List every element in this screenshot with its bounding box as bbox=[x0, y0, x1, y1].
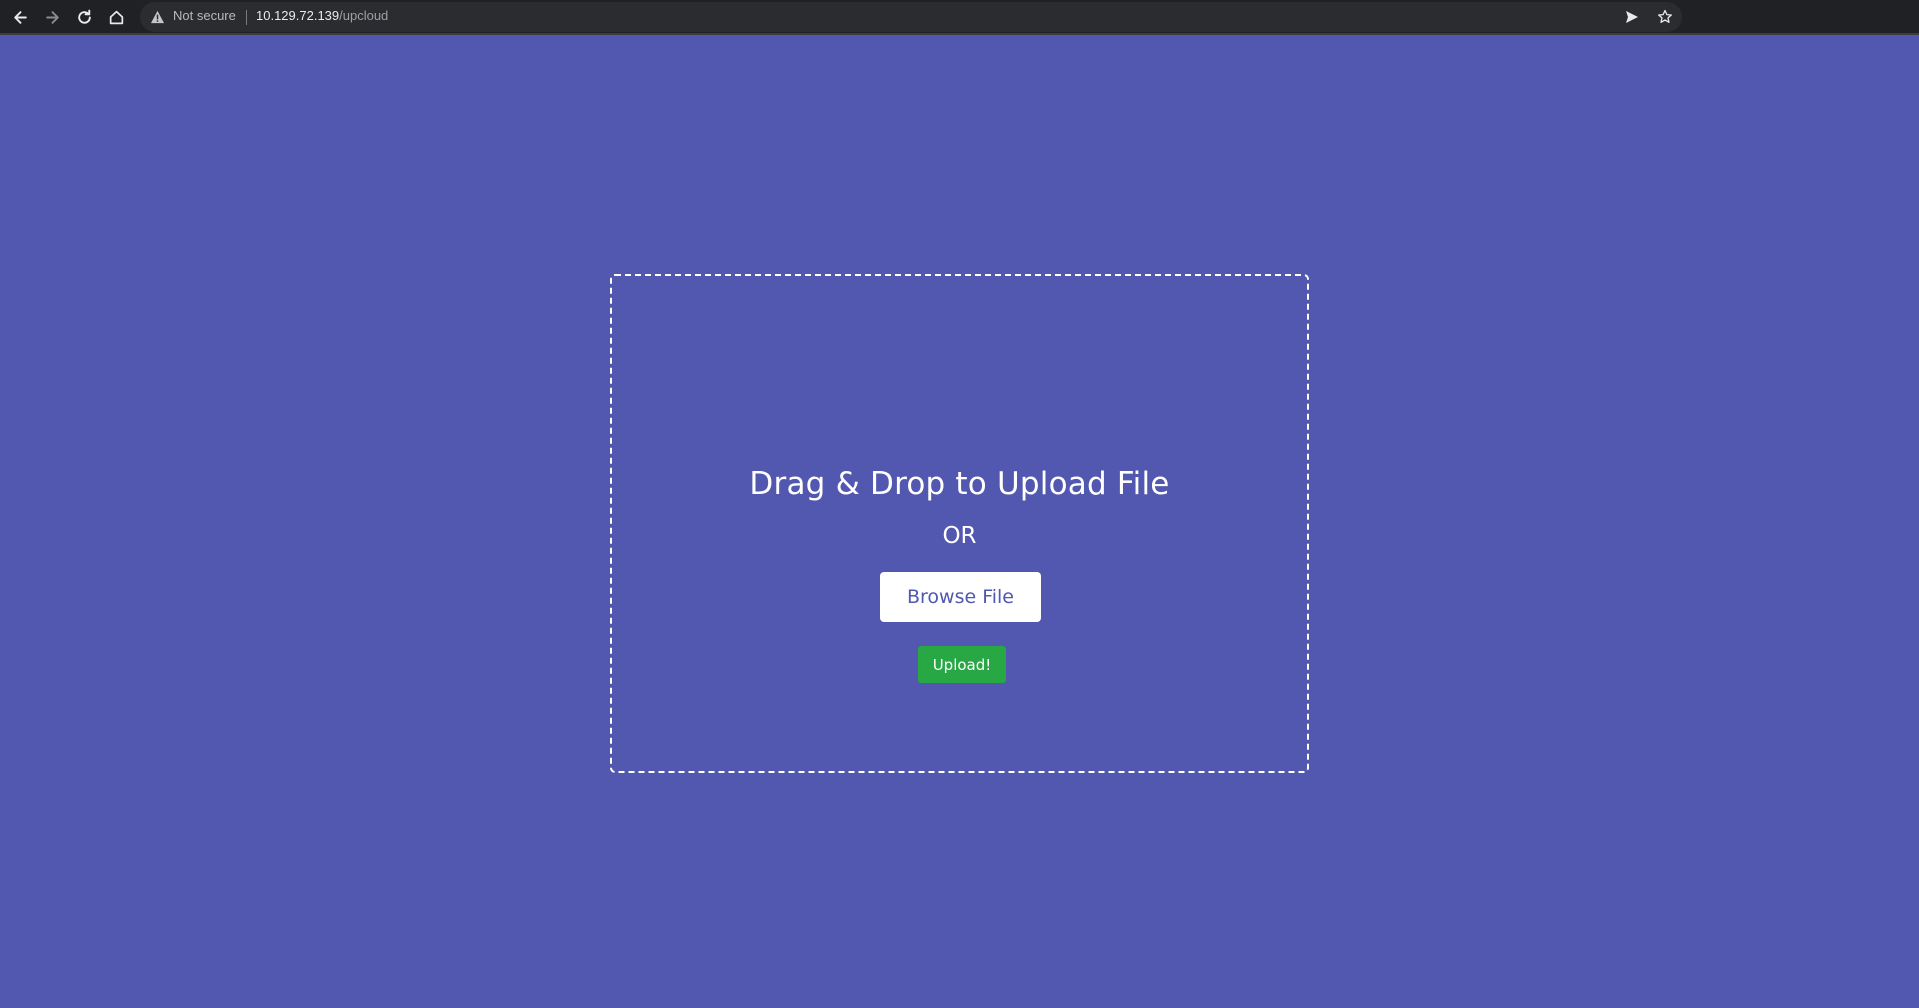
forward-button[interactable] bbox=[39, 4, 65, 30]
home-icon bbox=[109, 10, 123, 24]
url-path: /upcloud bbox=[339, 8, 389, 23]
send-icon bbox=[1626, 11, 1638, 23]
divider bbox=[246, 10, 247, 25]
url-text[interactable]: 10.129.72.139/upcloud bbox=[256, 8, 388, 23]
back-icon bbox=[13, 10, 27, 24]
address-bar[interactable]: Not secure 10.129.72.139/upcloud bbox=[140, 2, 1682, 32]
forward-icon bbox=[45, 10, 59, 24]
browse-file-button[interactable]: Browse File bbox=[880, 572, 1041, 622]
url-host: 10.129.72.139 bbox=[256, 8, 340, 23]
security-label[interactable]: Not secure bbox=[173, 8, 236, 23]
back-button[interactable] bbox=[7, 4, 33, 30]
bookmark-button[interactable] bbox=[1655, 7, 1675, 27]
reload-icon bbox=[77, 9, 91, 24]
home-button[interactable] bbox=[103, 4, 129, 30]
reload-button[interactable] bbox=[71, 4, 97, 30]
browser-toolbar: Not secure 10.129.72.139/upcloud bbox=[0, 0, 1919, 35]
upload-button[interactable]: Upload! bbox=[918, 646, 1006, 683]
star-icon bbox=[1658, 9, 1672, 23]
drop-zone[interactable]: Drag & Drop to Upload File OR Browse Fil… bbox=[610, 274, 1309, 773]
send-button[interactable] bbox=[1622, 7, 1642, 27]
drop-heading: Drag & Drop to Upload File bbox=[749, 466, 1170, 502]
warning-icon[interactable] bbox=[150, 10, 165, 24]
or-text: OR bbox=[942, 523, 977, 549]
